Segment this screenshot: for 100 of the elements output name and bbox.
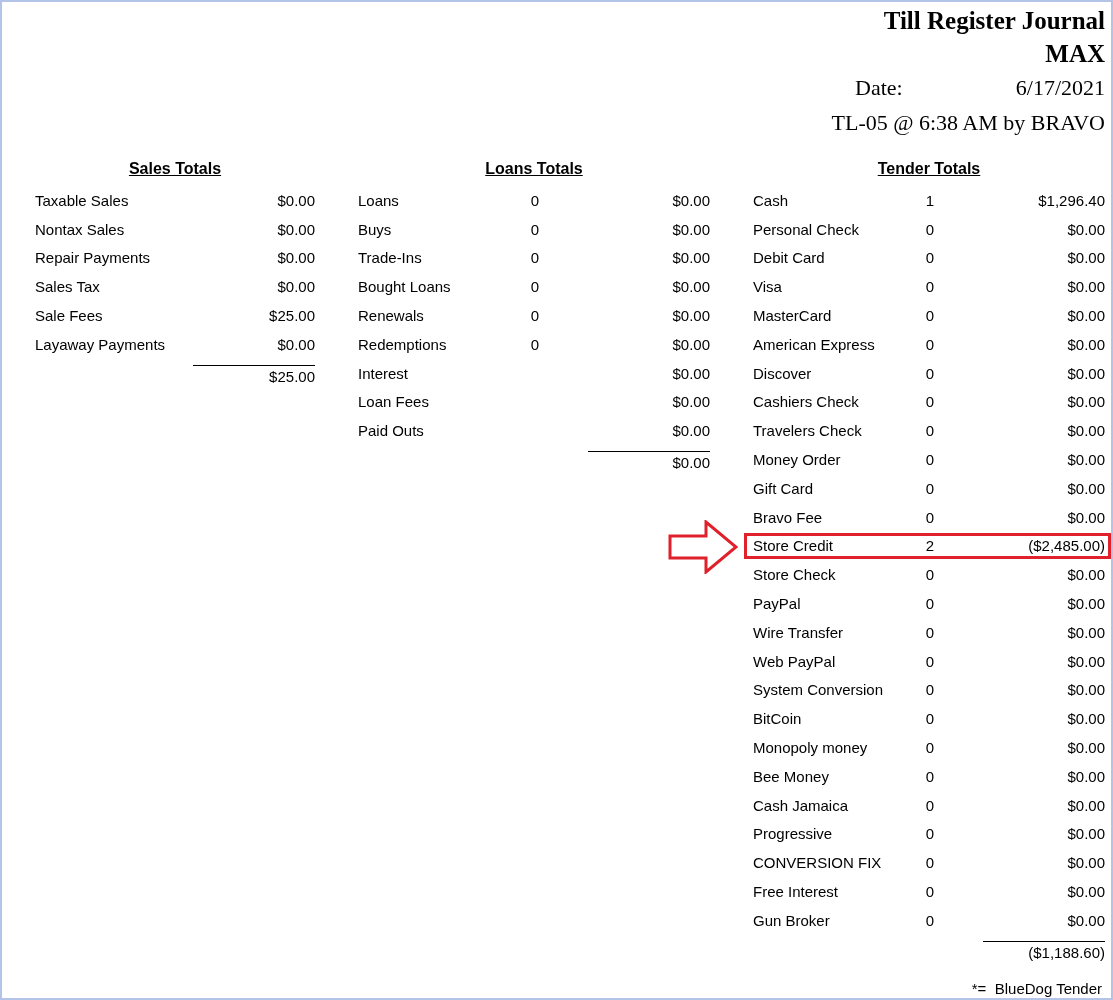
amount-cell: $25.00: [269, 307, 315, 325]
count-cell-text: 0: [529, 278, 541, 296]
count-cell-text: 0: [924, 335, 936, 353]
count-cell-text: 0: [924, 364, 936, 382]
amount-cell-text: $0.00: [1066, 681, 1105, 699]
amount-cell-text: $0.00: [671, 393, 710, 411]
count-cell-text: 0: [529, 249, 541, 267]
row-label: Wire Transfer: [753, 623, 844, 641]
amount-cell-text: $0.00: [671, 307, 710, 325]
amount-cell-text: $0.00: [1066, 479, 1105, 497]
count-cell-text: 0: [924, 393, 936, 411]
amount-cell: $0.00: [277, 191, 315, 209]
count-cell-text: 0: [924, 451, 936, 469]
amount-cell-text: $0.00: [1066, 883, 1105, 900]
count-cell-text: 0: [529, 335, 541, 353]
amount-cell-text: $0.00: [1066, 220, 1105, 238]
amount-cell-text: $0.00: [671, 191, 710, 209]
amount-cell-text: $0.00: [671, 278, 710, 296]
row-label: Sale Fees: [35, 307, 104, 325]
amount-cell-text: ($2,485.00): [1027, 537, 1105, 555]
amount-cell-text: $0.00: [1066, 307, 1105, 325]
row-label: Visa: [753, 278, 783, 296]
row-label: MasterCard: [753, 307, 833, 325]
amount-cell-text: $0.00: [1066, 911, 1105, 929]
count-cell-text: 0: [924, 220, 936, 238]
total-amount: $25.00: [269, 366, 315, 387]
report-subtitle: MAX: [1045, 39, 1105, 69]
count-cell-text: 0: [924, 681, 936, 699]
row-label: CONVERSION FIX: [753, 854, 883, 872]
row-label: Renewals: [358, 307, 425, 325]
count-cell-text: 0: [924, 595, 936, 613]
count-cell-text: 0: [924, 883, 936, 900]
count-cell-text: 0: [924, 479, 936, 497]
amount-cell-text: $0.00: [1066, 623, 1105, 641]
count-cell-text: 0: [924, 307, 936, 325]
row-label: Bee Money: [753, 767, 830, 785]
amount-cell-text: $0.00: [1066, 566, 1105, 584]
row-label: Monopoly money: [753, 739, 869, 757]
row-label: Taxable Sales: [35, 191, 130, 209]
amount-cell-text: $0.00: [1066, 825, 1105, 843]
amount-cell-text: $0.00: [671, 364, 710, 382]
row-label: Discover: [753, 364, 813, 382]
row-label: American Express: [753, 335, 876, 353]
row-label: Loan Fees: [358, 393, 430, 411]
row-label: System Conversion: [753, 681, 885, 699]
row-label: Money Order: [753, 451, 842, 469]
row-label: Debit Card: [753, 249, 826, 267]
date-value: 6/17/2021: [1015, 74, 1105, 102]
row-label: Bravo Fee: [753, 508, 824, 526]
count-cell-text: 0: [924, 739, 936, 757]
report-title: Till Register Journal: [883, 6, 1105, 36]
row-label: Cash: [753, 191, 790, 209]
amount-cell: $0.00: [277, 249, 315, 267]
amount-cell-text: $0.00: [671, 220, 710, 238]
amount-cell-text: $0.00: [1066, 393, 1105, 411]
row-label: Cash Jamaica: [753, 796, 850, 814]
amount-cell-text: $0.00: [1066, 508, 1105, 526]
amount-cell-text: $0.00: [1066, 451, 1105, 469]
count-cell-text: 0: [924, 796, 936, 814]
amount-cell-text: $0.00: [1066, 739, 1105, 757]
amount-cell-text: $0.00: [1066, 796, 1105, 814]
row-label: Trade-Ins: [358, 249, 423, 267]
count-cell-text: 2: [924, 537, 936, 555]
row-label: Redemptions: [358, 335, 448, 353]
count-cell-text: 1: [924, 191, 936, 209]
count-cell-text: 0: [529, 307, 541, 325]
session-info: TL-05 @ 6:38 AM by BRAVO: [831, 109, 1105, 137]
row-label: Store Check: [753, 566, 837, 584]
amount-cell-text: $0.00: [1066, 767, 1105, 785]
amount-cell-text: $0.00: [1066, 854, 1105, 872]
amount-cell: $0.00: [277, 278, 315, 296]
row-label: Layaway Payments: [35, 335, 167, 353]
date-label: Date:: [855, 74, 903, 102]
row-label: Free Interest: [753, 883, 840, 900]
section-heading: Sales Totals: [128, 159, 222, 179]
total-amount: $0.00: [672, 453, 710, 474]
row-label: Web PayPal: [753, 652, 837, 670]
count-cell-text: 0: [924, 825, 936, 843]
count-cell-text: 0: [529, 220, 541, 238]
row-label: Buys: [358, 220, 393, 238]
count-cell-text: 0: [924, 422, 936, 440]
count-cell-text: 0: [924, 911, 936, 929]
amount-cell: $0.00: [277, 335, 315, 353]
count-cell-text: 0: [924, 652, 936, 670]
total-amount: ($1,188.60): [1028, 942, 1105, 963]
amount-cell-text: $0.00: [1066, 278, 1105, 296]
row-label: Personal Check: [753, 220, 860, 238]
row-label: Sales Tax: [35, 278, 101, 296]
row-label: Interest: [358, 364, 410, 382]
row-label: Cashiers Check: [753, 393, 860, 411]
row-label: Paid Outs: [358, 422, 425, 440]
count-cell-text: 0: [529, 191, 541, 209]
row-label: Progressive: [753, 825, 834, 843]
amount-cell-text: $0.00: [671, 249, 710, 267]
amount-cell-text: $0.00: [1066, 249, 1105, 267]
section-heading: Tender Totals: [877, 159, 981, 179]
row-label: Loans: [358, 191, 400, 209]
row-label: PayPal: [753, 595, 802, 613]
row-label: Gun Broker: [753, 911, 831, 929]
amount-cell-text: $0.00: [1066, 710, 1105, 728]
